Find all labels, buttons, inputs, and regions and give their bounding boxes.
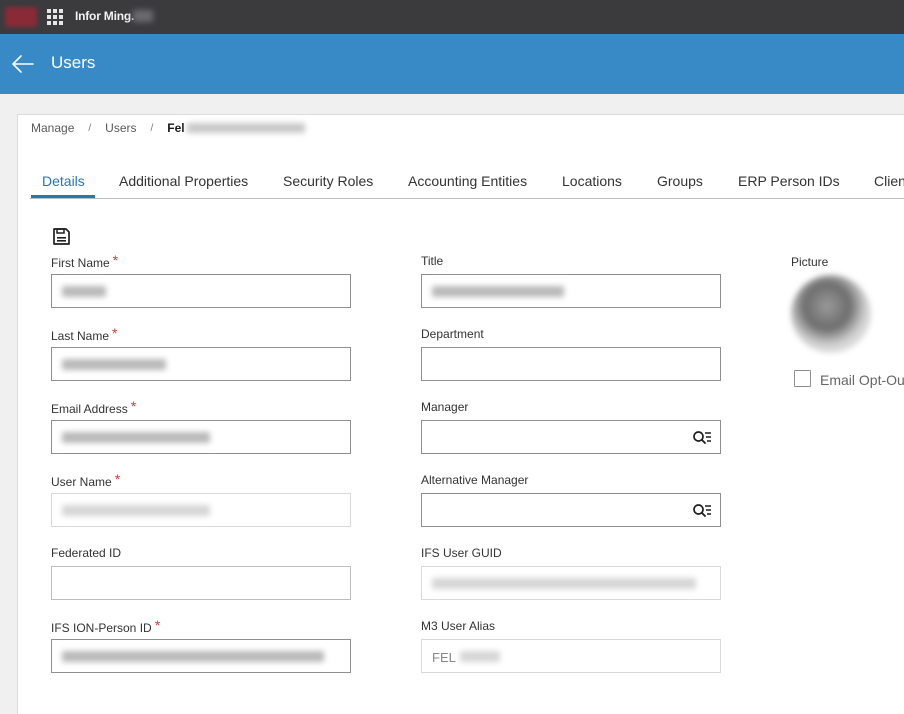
- required-marker: *: [114, 471, 121, 487]
- ifs-ion-person-id-redacted-value: [62, 651, 324, 662]
- first-name-redacted-value: [62, 286, 106, 297]
- required-marker: *: [130, 398, 137, 414]
- ifs-user-guid-label: IFS User GUID: [421, 546, 502, 560]
- tab-security-roles[interactable]: Security Roles: [283, 173, 373, 199]
- brand-logo[interactable]: [5, 7, 37, 27]
- picture-label: Picture: [791, 255, 829, 269]
- manager-input[interactable]: [421, 420, 721, 454]
- app-name-redacted: [133, 10, 153, 22]
- system-bar: Infor Ming.: [0, 0, 904, 34]
- tab-erp-person-ids[interactable]: ERP Person IDs: [738, 173, 840, 199]
- tab-client[interactable]: Clien: [874, 173, 904, 199]
- app-grid-icon[interactable]: [47, 9, 63, 25]
- ifs-ion-person-id-input[interactable]: [51, 639, 351, 673]
- department-label: Department: [421, 327, 484, 341]
- breadcrumb: Manage / Users / Fel: [31, 121, 305, 135]
- tab-groups[interactable]: Groups: [657, 173, 703, 199]
- alternative-manager-label: Alternative Manager: [421, 473, 529, 487]
- tab-locations[interactable]: Locations: [562, 173, 622, 199]
- breadcrumb-current-user: Fel: [167, 121, 185, 135]
- breadcrumb-separator: /: [88, 122, 92, 134]
- email-opt-out-checkbox[interactable]: [794, 370, 811, 387]
- ifs-user-guid-redacted-value: [432, 578, 696, 589]
- required-marker: *: [154, 617, 161, 633]
- tab-bar: Details Additional Properties Security R…: [31, 173, 904, 199]
- save-icon[interactable]: [52, 227, 71, 246]
- user-detail-card: Manage / Users / Fel Details Additional …: [17, 114, 904, 714]
- tab-accounting-entities[interactable]: Accounting Entities: [408, 173, 527, 199]
- email-address-input[interactable]: [51, 420, 351, 454]
- breadcrumb-redacted: [186, 123, 305, 133]
- required-marker: *: [112, 252, 119, 268]
- alternative-manager-input[interactable]: [421, 493, 721, 527]
- m3-user-alias-redacted-value: [460, 651, 500, 662]
- tab-divider: [30, 198, 904, 199]
- ifs-ion-person-id-label: IFS ION-Person ID *: [51, 617, 161, 635]
- tab-additional-properties[interactable]: Additional Properties: [119, 173, 248, 199]
- last-name-redacted-value: [62, 359, 166, 370]
- m3-user-alias-label: M3 User Alias: [421, 619, 496, 633]
- breadcrumb-users[interactable]: Users: [105, 121, 136, 135]
- user-name-input[interactable]: [51, 493, 351, 527]
- page-header: Users: [0, 34, 904, 94]
- breadcrumb-separator: /: [150, 122, 154, 134]
- department-input[interactable]: [421, 347, 721, 381]
- m3-user-alias-input[interactable]: FEL: [421, 639, 721, 673]
- app-name: Infor Ming.: [75, 9, 135, 23]
- user-name-redacted-value: [62, 505, 210, 516]
- user-name-label: User Name *: [51, 471, 121, 489]
- first-name-label: First Name *: [51, 252, 119, 270]
- title-label: Title: [421, 254, 444, 268]
- email-redacted-value: [62, 432, 210, 443]
- federated-id-input[interactable]: [51, 566, 351, 600]
- title-input[interactable]: [421, 274, 721, 308]
- page-title: Users: [51, 53, 96, 72]
- first-name-input[interactable]: [51, 274, 351, 308]
- ifs-user-guid-input[interactable]: [421, 566, 721, 600]
- title-redacted-value: [432, 286, 564, 297]
- last-name-input[interactable]: [51, 347, 351, 381]
- breadcrumb-manage[interactable]: Manage: [31, 121, 74, 135]
- lookup-search-icon[interactable]: [692, 430, 712, 446]
- back-arrow-icon[interactable]: [11, 54, 35, 74]
- manager-label: Manager: [421, 400, 469, 414]
- email-address-label: Email Address *: [51, 398, 137, 416]
- last-name-label: Last Name *: [51, 325, 118, 343]
- m3-user-alias-value: FEL: [432, 650, 456, 665]
- federated-id-label: Federated ID: [51, 546, 122, 560]
- user-avatar[interactable]: [791, 275, 871, 353]
- lookup-search-icon[interactable]: [692, 503, 712, 519]
- email-opt-out-label: Email Opt-Ou: [820, 372, 904, 388]
- required-marker: *: [112, 325, 118, 341]
